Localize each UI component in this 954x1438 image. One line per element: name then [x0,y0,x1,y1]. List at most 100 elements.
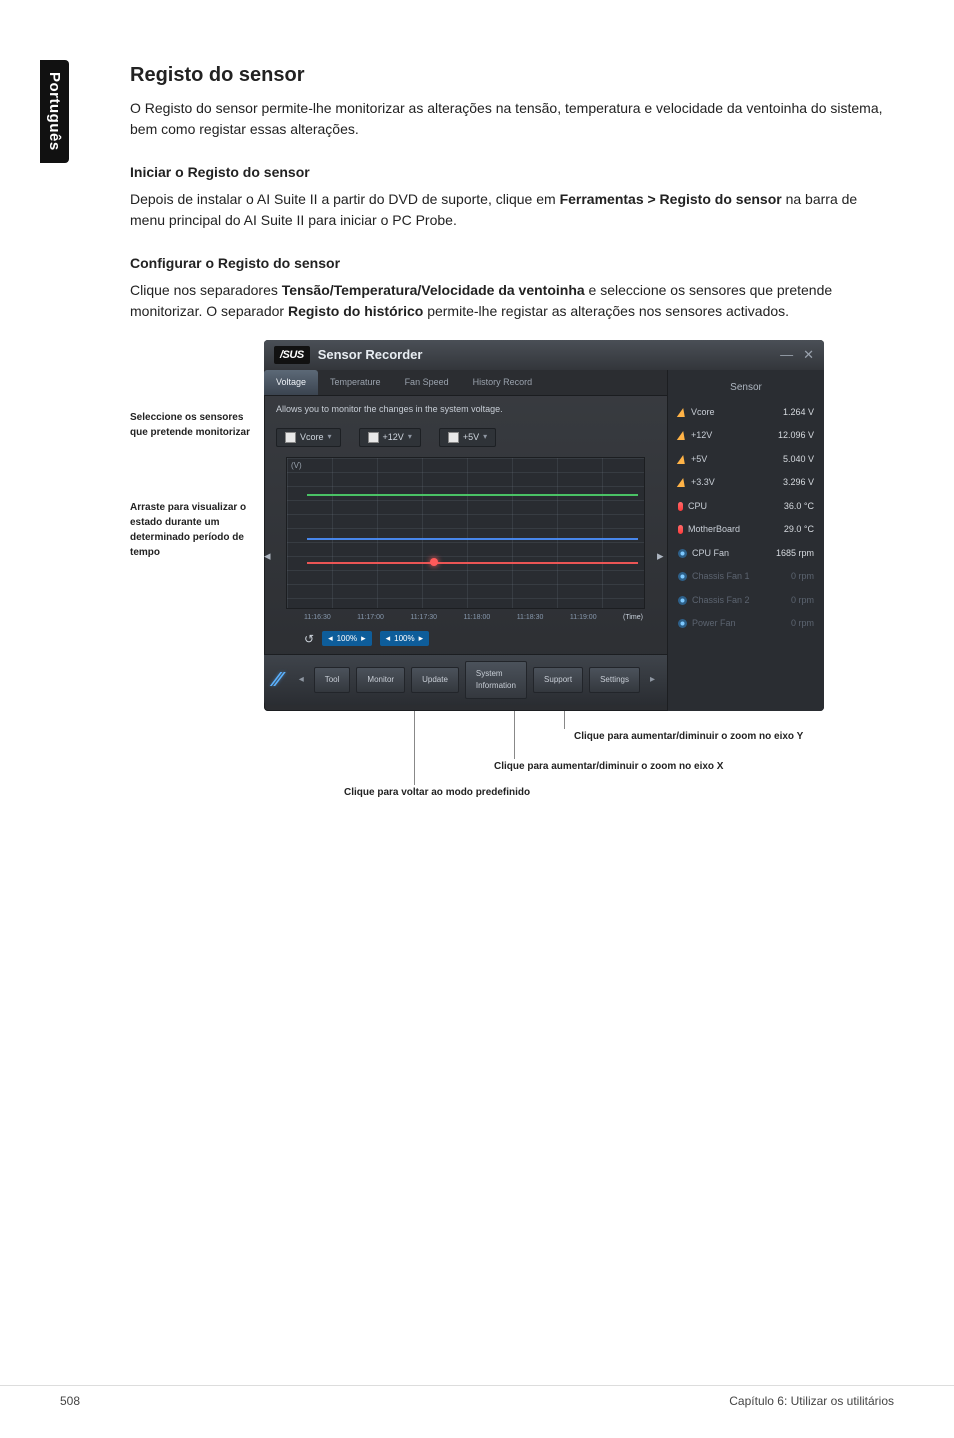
window-title-bar: /SUS Sensor Recorder — ✕ [264,340,824,370]
x-tick: 11:19:00 [570,613,597,624]
sensor-graph[interactable]: (V) [286,457,645,609]
tab-voltage[interactable]: Voltage [264,370,318,396]
chevron-down-icon[interactable]: ▾ [483,431,487,443]
checkbox-icon[interactable] [448,432,459,443]
left-annotations: Seleccione os sensores que pretende moni… [130,340,250,560]
select-label: +5V [463,431,479,445]
btn-support[interactable]: Support [533,667,583,693]
sensor-side-panel: Sensor Vcore 1.264 V +12V 12.096 V +5V5.040 … [667,370,824,711]
sensor-row[interactable]: +5V5.040 V [676,448,816,472]
btn-tool[interactable]: Tool [314,667,351,693]
anno-zoom-y: Clique para aumentar/diminuir o zoom no … [574,729,803,744]
sensor-row[interactable]: CPU Fan 1685 rpm [676,542,816,566]
main-panel: Voltage Temperature Fan Speed History Re… [264,370,667,711]
tab-history-record[interactable]: History Record [461,370,545,396]
sensor-value: 1685 rpm [776,547,814,561]
sensor-row[interactable]: Chassis Fan 20 rpm [676,589,816,613]
btn-settings[interactable]: Settings [589,667,640,693]
sensor-value: 29.0 °C [784,523,814,537]
anno-select-sensors: Seleccione os sensores que pretende moni… [130,410,250,440]
close-icon[interactable]: ✕ [803,345,814,365]
cfg-heading: Configurar o Registo do sensor [130,253,894,274]
zoom-in-x-icon[interactable]: ▸ [361,632,366,646]
tab-fan-speed[interactable]: Fan Speed [393,370,461,396]
sensor-recorder-window: /SUS Sensor Recorder — ✕ Voltage Tempera… [264,340,824,711]
cfg-text-post: permite-lhe registar as alterações nos s… [423,303,789,319]
select-5v[interactable]: +5V ▾ [439,428,496,448]
x-tick: 11:18:30 [517,613,544,624]
graph-scroll-right-icon[interactable]: ▸ [657,457,667,654]
sensor-panel-title: Sensor [676,376,816,401]
btn-monitor[interactable]: Monitor [356,667,405,693]
minimize-icon[interactable]: — [780,345,793,365]
fan-icon [678,596,687,605]
sensor-row[interactable]: Vcore 1.264 V [676,401,816,425]
chevron-down-icon[interactable]: ▾ [328,431,332,443]
sensor-name: Vcore [691,406,715,420]
annotated-figure: Seleccione os sensores que pretende moni… [130,340,894,711]
thermometer-icon [678,525,683,534]
sensor-value: 0 rpm [791,594,814,608]
sensor-value: 36.0 °C [784,500,814,514]
graph-data-point [430,558,438,566]
section-heading: Registo do sensor [130,60,894,90]
zoom-x-control[interactable]: ◂ 100% ▸ [322,631,372,647]
bolt-icon [677,431,687,440]
chapter-label: Capítulo 6: Utilizar os utilitários [729,1394,894,1408]
checkbox-icon[interactable] [285,432,296,443]
select-label: +12V [383,431,404,445]
bolt-icon [677,478,687,487]
sensor-value: 5.040 V [783,453,814,467]
tab-temperature[interactable]: Temperature [318,370,393,396]
btn-system-information[interactable]: System Information [465,661,527,699]
zoom-in-y-icon[interactable]: ▸ [419,632,424,646]
start-heading: Iniciar o Registo do sensor [130,162,894,183]
btn-update[interactable]: Update [411,667,459,693]
page-content: Registo do sensor O Registo do sensor pe… [130,0,894,831]
select-12v[interactable]: +12V ▾ [359,428,421,448]
bottom-nav-right-icon[interactable]: ▸ [646,672,659,687]
graph-series-line [307,538,638,540]
anno-drag-timeline: Arraste para visualizar o estado durante… [130,500,250,560]
select-vcore[interactable]: Vcore ▾ [276,428,341,448]
sensor-row[interactable]: +12V 12.096 V [676,424,816,448]
sensor-row[interactable]: Power Fan0 rpm [676,612,816,636]
anno-zoom-x: Clique para aumentar/diminuir o zoom no … [494,759,723,774]
zoom-y-value: 100% [394,633,414,645]
under-annotations: Clique para aumentar/diminuir o zoom no … [264,711,824,831]
y-unit: (V) [291,460,302,472]
asus-logo: /SUS [274,346,310,365]
zoom-y-control[interactable]: ◂ 100% ▸ [380,631,430,647]
sensor-value: 1.264 V [783,406,814,420]
cfg-text-b2: Registo do histórico [288,303,423,319]
bolt-icon [677,455,687,464]
x-label-end: (Time) [623,613,643,624]
sensor-name: CPU [688,500,707,514]
reset-zoom-icon[interactable]: ↺ [304,630,314,648]
cfg-text: Clique nos separadores Tensão/Temperatur… [130,280,894,322]
tab-description: Allows you to monitor the changes in the… [264,396,667,424]
fan-icon [678,619,687,628]
zoom-out-y-icon[interactable]: ◂ [386,632,391,646]
sensor-name: CPU Fan [692,547,729,561]
sensor-name: +12V [691,429,712,443]
sensor-row[interactable]: CPU 36.0 °C [676,495,816,519]
sensor-value: 12.096 V [778,429,814,443]
chevron-down-icon[interactable]: ▾ [408,431,412,443]
sensor-row[interactable]: Chassis Fan 10 rpm [676,565,816,589]
window-title-text: Sensor Recorder [318,345,423,365]
sensor-tabs: Voltage Temperature Fan Speed History Re… [264,370,667,397]
page-footer: 508 Capítulo 6: Utilizar os utilitários [0,1385,954,1408]
x-tick: 11:17:00 [357,613,384,624]
graph-series-line [307,494,638,496]
start-text: Depois de instalar o AI Suite II a parti… [130,189,894,231]
x-tick: 11:16:30 [304,613,331,624]
checkbox-icon[interactable] [368,432,379,443]
sensor-row[interactable]: +3.3V3.296 V [676,471,816,495]
sensor-select-row: Vcore ▾ +12V ▾ +5V ▾ [264,424,667,458]
graph-x-axis: 11:16:30 11:17:00 11:17:30 11:18:00 11:1… [274,609,657,626]
graph-scroll-left-icon[interactable]: ◂ [264,457,274,654]
zoom-out-x-icon[interactable]: ◂ [328,632,333,646]
bottom-nav-left-icon[interactable]: ◂ [295,672,308,687]
sensor-row[interactable]: MotherBoard29.0 °C [676,518,816,542]
